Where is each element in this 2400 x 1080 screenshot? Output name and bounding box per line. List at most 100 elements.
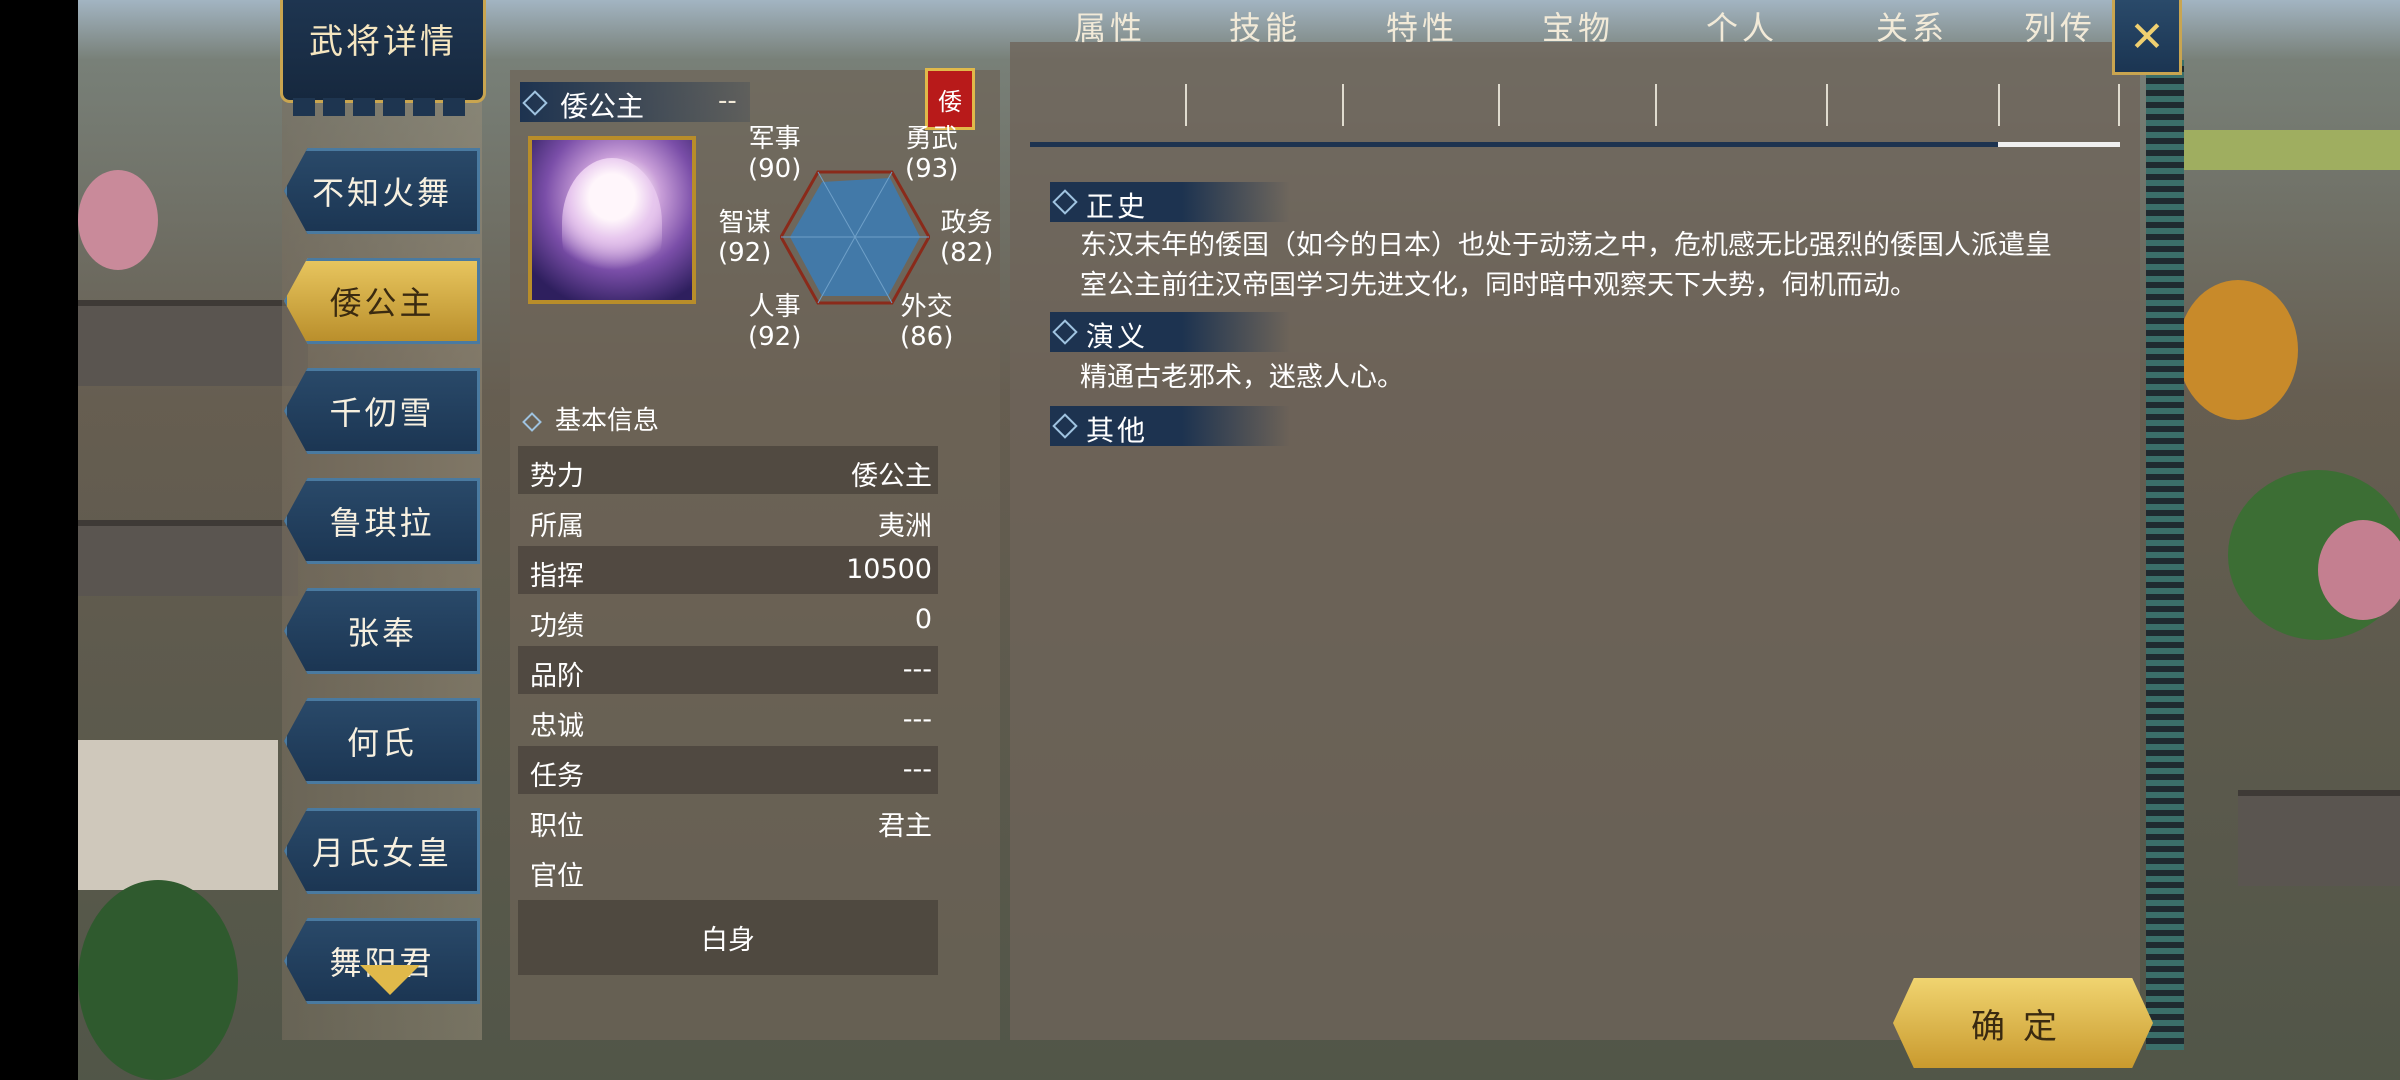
section-header-official-history: 正史 <box>1050 182 1290 223</box>
office-title-box: 白身 <box>518 900 938 975</box>
info-row-region: 所属 夷洲 <box>518 496 938 544</box>
active-tab-indicator <box>1998 142 2120 147</box>
tab-separator <box>1342 84 1344 126</box>
info-row-rank: 品阶 --- <box>518 646 938 694</box>
scroll-down-arrow-icon[interactable] <box>360 965 420 995</box>
row-key: 所属 <box>530 511 584 542</box>
diamond-icon <box>1052 319 1078 345</box>
confirm-button[interactable]: 确定 <box>1893 978 2153 1068</box>
list-item[interactable]: 鲁琪拉 <box>284 478 480 564</box>
stat-politics: 政务 (82) <box>940 208 993 268</box>
info-row-command: 指挥 10500 <box>518 546 938 594</box>
general-name-suffix: -- <box>718 86 737 116</box>
tab-separator <box>1655 84 1657 126</box>
stat-value: (92) <box>748 322 802 352</box>
info-row-position: 职位 君主 <box>518 796 938 844</box>
list-item-label: 不知火舞 <box>311 174 452 212</box>
row-key: 指挥 <box>530 561 584 592</box>
stat-label: 勇武 <box>905 124 958 154</box>
row-key: 品阶 <box>530 661 584 692</box>
row-key: 职位 <box>530 811 584 842</box>
close-icon: ✕ <box>2129 11 2165 61</box>
tab-separator <box>1998 84 2000 126</box>
tab-attributes[interactable]: 属性 <box>1060 0 1160 56</box>
section-header-romance: 演义 <box>1050 312 1290 353</box>
diamond-icon <box>1052 413 1078 439</box>
tab-skills[interactable]: 技能 <box>1215 0 1315 56</box>
list-item-label: 千仞雪 <box>329 394 435 432</box>
row-key: 功绩 <box>530 611 584 642</box>
info-row-faction: 势力 倭公主 <box>518 446 938 494</box>
text-line: 东汉末年的倭国（如今的日本）也处于动荡之中，危机感无比强烈的倭国人派遣皇 <box>1080 230 2052 261</box>
romance-text: 精通古老邪术，迷惑人心。 <box>1080 358 2110 398</box>
list-item[interactable]: 月氏女皇 <box>284 808 480 894</box>
info-row-merit: 功绩 0 <box>518 596 938 644</box>
row-key: 势力 <box>530 461 584 492</box>
stat-label: 智谋 <box>718 208 771 238</box>
section-header-other: 其他 <box>1050 406 1290 447</box>
tab-personal[interactable]: 个人 <box>1692 0 1792 56</box>
diamond-icon <box>1052 189 1078 215</box>
row-value: 0 <box>914 604 932 635</box>
tab-traits[interactable]: 特性 <box>1372 0 1472 56</box>
text-line: 精通古老邪术，迷惑人心。 <box>1080 362 1404 393</box>
list-item-label: 何氏 <box>346 724 417 762</box>
general-name: 倭公主 <box>560 90 645 123</box>
row-value: 夷洲 <box>878 511 932 542</box>
row-value: 倭公主 <box>851 461 932 492</box>
section-title: 演义 <box>1086 320 1149 353</box>
row-value: 10500 <box>846 554 932 585</box>
list-item-selected[interactable]: 倭公主 <box>284 258 480 344</box>
diamond-icon <box>522 412 542 432</box>
tab-bar-underline <box>1030 142 1998 147</box>
list-item[interactable]: 张奉 <box>284 588 480 674</box>
row-key: 忠诚 <box>530 711 584 742</box>
section-title: 正史 <box>1086 190 1149 223</box>
stat-label: 政务 <box>940 208 993 238</box>
stat-value: (86) <box>900 322 954 352</box>
section-title: 其他 <box>1086 414 1149 447</box>
portrait-figure <box>562 158 662 288</box>
list-item[interactable]: 千仞雪 <box>284 368 480 454</box>
row-key: 任务 <box>530 761 584 792</box>
list-item-label: 张奉 <box>346 614 417 652</box>
row-value: --- <box>902 654 932 685</box>
info-row-task: 任务 --- <box>518 746 938 794</box>
text-line: 室公主前往汉帝国学习先进文化，同时暗中观察天下大势，伺机而动。 <box>1080 270 1917 301</box>
diamond-icon <box>522 90 548 116</box>
list-item[interactable]: 不知火舞 <box>284 148 480 234</box>
info-row-loyalty: 忠诚 --- <box>518 696 938 744</box>
tab-biography[interactable]: 列传 <box>2010 0 2110 56</box>
basic-info-heading: 基本信息 <box>522 400 660 437</box>
faction-tag-badge: 倭 <box>925 68 975 130</box>
tab-relations[interactable]: 关系 <box>1862 0 1962 56</box>
stat-value: (92) <box>718 238 772 268</box>
general-portrait[interactable] <box>528 136 696 304</box>
row-key: 官位 <box>530 861 584 892</box>
row-value: --- <box>902 754 932 785</box>
stat-label: 军事 <box>748 124 801 154</box>
close-button[interactable]: ✕ <box>2112 0 2182 75</box>
stats-radar-chart <box>780 170 930 305</box>
tab-separator <box>1826 84 1828 126</box>
list-item-label: 倭公主 <box>329 284 435 322</box>
tab-separator <box>2118 84 2120 126</box>
general-name-bar: 倭公主 <box>520 82 750 123</box>
list-item[interactable]: 何氏 <box>284 698 480 784</box>
row-value: --- <box>902 704 932 735</box>
scroll-rope <box>2146 60 2184 1050</box>
page-title: 武将详情 <box>309 22 457 62</box>
row-value: 君主 <box>878 811 932 842</box>
tab-treasures[interactable]: 宝物 <box>1528 0 1628 56</box>
section-heading-label: 基本信息 <box>555 406 660 436</box>
title-banner: 武将详情 <box>280 0 486 116</box>
official-history-text: 东汉末年的倭国（如今的日本）也处于动荡之中，危机感无比强烈的倭国人派遣皇 室公主… <box>1080 226 2110 306</box>
list-item-label: 鲁琪拉 <box>329 504 435 542</box>
banner-fringe <box>293 98 473 116</box>
stat-strategy: 智谋 (92) <box>718 208 771 268</box>
list-item-label: 月氏女皇 <box>311 834 452 872</box>
tab-separator <box>1185 84 1187 126</box>
stat-value: (82) <box>940 238 994 268</box>
tab-separator <box>1498 84 1500 126</box>
confirm-button-label: 确定 <box>1971 1006 2075 1047</box>
